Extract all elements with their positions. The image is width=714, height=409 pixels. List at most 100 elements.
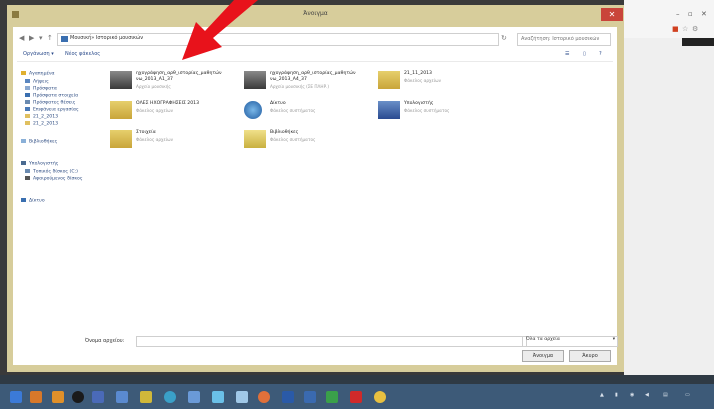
up-icon[interactable]: ↑ (47, 34, 53, 42)
folder-icon (61, 36, 68, 42)
close-button[interactable]: ✕ (601, 8, 623, 21)
nav-drive[interactable]: Τοπικός δίσκος (C:) (25, 169, 78, 175)
dialog-title: Άνοιγμα (303, 10, 328, 17)
forward-icon[interactable]: ▶ (29, 34, 34, 42)
library-icon (21, 139, 26, 143)
desktop-icon (25, 107, 30, 111)
file-item[interactable]: 21_11_2013 Φάκελος αρχείων (378, 69, 488, 95)
nav-item[interactable]: Πρόσφατα (25, 86, 57, 92)
volume-icon[interactable]: ◀ (645, 392, 649, 398)
file-item[interactable]: Υπολογιστής Φάκελος συστήματος (378, 99, 488, 125)
tray-icon[interactable]: ◉ (630, 392, 634, 398)
app-taskbar-icon[interactable] (92, 391, 104, 403)
nav-item[interactable]: Λήψεις (25, 79, 49, 85)
usb-drive-icon (25, 176, 30, 180)
nav-favorites[interactable]: Αγαπημένα (21, 71, 55, 77)
address-bar: ◀ ▶ ▾ ↑ Μουσική» Ιστορικό μουσικών ↻ (17, 31, 613, 47)
app-taskbar-icon[interactable] (164, 391, 176, 403)
app-taskbar-icon[interactable] (30, 391, 42, 403)
home-icon[interactable]: ■ (672, 25, 679, 33)
star-icon (21, 71, 26, 75)
nav-item[interactable]: 21_2_2013 (25, 121, 58, 127)
nav-item[interactable]: Επιφάνεια εργασίας (25, 107, 79, 113)
help-icon[interactable]: ? (599, 51, 602, 57)
close-icon[interactable]: ✕ (701, 10, 707, 18)
nav-drive[interactable]: Αφαιρούμενος δίσκος (25, 176, 83, 182)
folder-icon (25, 93, 30, 97)
filename-input[interactable] (136, 336, 527, 347)
app-taskbar-icon[interactable] (350, 391, 362, 403)
app-taskbar-icon[interactable] (236, 391, 248, 403)
tray-icon[interactable]: ▮ (615, 392, 618, 398)
app-taskbar-icon[interactable] (304, 391, 316, 403)
app-taskbar-icon[interactable] (52, 391, 64, 403)
open-button[interactable]: Άνοιγμα (522, 350, 564, 362)
network-icon (21, 198, 26, 202)
search-input[interactable] (518, 34, 603, 43)
nav-libraries[interactable]: Βιβλιοθήκες (21, 139, 57, 145)
folder-icon (378, 71, 400, 89)
network-globe-icon (244, 101, 262, 119)
app-taskbar-icon[interactable] (140, 391, 152, 403)
view-icon[interactable]: ☰ (565, 51, 569, 57)
network-tray-icon[interactable]: ▤ (663, 392, 668, 398)
background-titlebar (624, 0, 714, 38)
file-item[interactable]: ηχογράφηση_αρθ_ιστορίας_μαθητών νω_2013_… (110, 69, 240, 95)
back-icon[interactable]: ◀ (19, 34, 24, 42)
tray-icon[interactable]: ▲ (600, 392, 604, 398)
clock[interactable]: ▭ (685, 392, 690, 398)
dialog-bottom-bar: Όνομα αρχείου: Όλα τα αρχεία ▾ Άνοιγμα Άκ… (17, 332, 618, 362)
new-folder-button[interactable]: Νέος φάκελος (65, 51, 100, 57)
folder-icon (25, 114, 30, 118)
refresh-icon[interactable]: ↻ (501, 34, 507, 42)
settings-icon[interactable]: ⚙ (692, 25, 698, 33)
recent-icon (25, 86, 30, 90)
chevron-down-icon[interactable]: ▾ (39, 34, 43, 42)
folder-icon (110, 130, 132, 148)
file-item[interactable]: Στοιχεία Φάκελος αρχείων (110, 128, 240, 154)
app-taskbar-icon[interactable] (212, 391, 224, 403)
cancel-button[interactable]: Άκυρο (569, 350, 611, 362)
background-strip (0, 375, 714, 384)
command-toolbar: Οργάνωση ▾ Νέος φάκελος ☰ ▯ ? (17, 49, 613, 62)
folder-icon (25, 121, 30, 125)
download-icon (25, 79, 30, 83)
app-taskbar-icon[interactable] (188, 391, 200, 403)
dialog-client-area: ◀ ▶ ▾ ↑ Μουσική» Ιστορικό μουσικών ↻ Οργ… (13, 27, 618, 365)
app-taskbar-icon[interactable] (258, 391, 270, 403)
background-dark-block (682, 38, 714, 46)
app-taskbar-icon[interactable] (282, 391, 294, 403)
nav-item[interactable]: Πρόσφατες θέσεις (25, 100, 76, 106)
maximize-icon[interactable]: ▫ (688, 10, 693, 18)
folder-icon (25, 100, 30, 104)
navigation-pane: Αγαπημένα Λήψεις Πρόσφατα Πρόσφατα στοιχ… (17, 67, 99, 317)
star-icon[interactable]: ☆ (682, 25, 688, 33)
nav-item[interactable]: 21_2_2013 (25, 114, 58, 120)
app-taskbar-icon[interactable] (374, 391, 386, 403)
file-item[interactable]: ΟΛΕΣ ΗΧΟΓΡΑΦΗΣΕΙΣ 2013 Φάκελος αρχείων (110, 99, 240, 125)
start-icon[interactable] (10, 391, 22, 403)
filename-label: Όνομα αρχείου: (85, 338, 125, 344)
address-path-box[interactable]: Μουσική» Ιστορικό μουσικών (57, 33, 499, 46)
background-app-window: – ▫ ✕ ■ ☆ ⚙ (624, 0, 714, 375)
minimize-icon[interactable]: – (676, 10, 680, 18)
app-taskbar-icon[interactable] (116, 391, 128, 403)
file-item[interactable]: Δίκτυο Φάκελος συστήματος (244, 99, 374, 125)
organize-button[interactable]: Οργάνωση ▾ (23, 51, 54, 57)
file-thumbnail-icon (244, 71, 266, 89)
filetype-select[interactable]: Όλα τα αρχεία ▾ (522, 336, 618, 347)
file-item[interactable]: ηχογράφηση_αρθ_ιστορίας_μαθητών νω_2013_… (244, 69, 374, 95)
file-item[interactable]: Βιβλιοθήκες Φάκελος συστήματος (244, 128, 374, 154)
dialog-titlebar[interactable]: Άνοιγμα ✕ (7, 5, 624, 27)
app-taskbar-icon[interactable] (72, 391, 84, 403)
breadcrumb[interactable]: Μουσική» Ιστορικό μουσικών (70, 35, 143, 41)
nav-item[interactable]: Πρόσφατα στοιχεία (25, 93, 78, 99)
file-thumbnail-icon (110, 71, 132, 89)
search-box[interactable] (517, 33, 611, 46)
computer-icon (21, 161, 26, 165)
preview-pane-icon[interactable]: ▯ (583, 51, 586, 57)
nav-computer[interactable]: Υπολογιστής (21, 161, 58, 167)
app-taskbar-icon[interactable] (326, 391, 338, 403)
nav-network[interactable]: Δίκτυο (21, 198, 45, 204)
drive-icon (25, 169, 30, 173)
